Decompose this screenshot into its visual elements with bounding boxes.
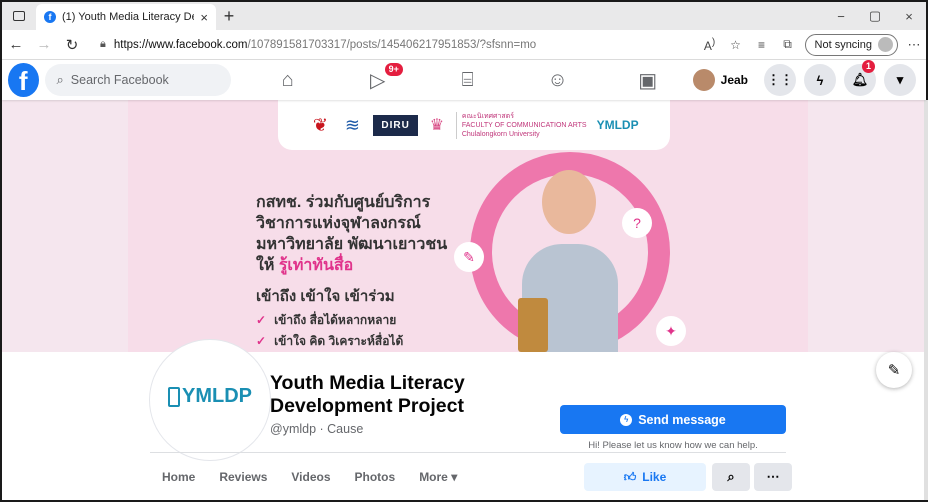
facebook-topbar: f ⌕ Search Facebook ⌂ ▷ 9+ ⌸ ☺ ▣ Jeab ⋮⋮… — [2, 60, 926, 100]
restore-button[interactable]: ▢ — [858, 8, 892, 24]
question-icon: ? — [622, 208, 652, 238]
fca-thai: คณะนิเทศศาสตร์ — [461, 112, 514, 120]
headline-line-4: ให้ รู้เท่าทันสื่อ — [256, 257, 354, 274]
search-input[interactable]: ⌕ Search Facebook — [44, 64, 231, 96]
minimize-button[interactable]: − — [824, 9, 858, 24]
search-page-button[interactable]: ⌕ — [712, 463, 750, 491]
like-label: Like — [642, 470, 667, 484]
page-body: ❦ ≋ DIRU ♛ คณะนิเทศศาสตร์ FACULTY OF COM… — [2, 100, 926, 500]
facebook-logo[interactable]: f — [8, 63, 39, 97]
watch-badge: 9+ — [384, 63, 403, 76]
page-tabs: Home Reviews Videos Photos More ▾ — [150, 453, 810, 500]
avatar-caption — [209, 410, 210, 415]
tab-bar: f (1) Youth Media Literacy Develop × + −… — [2, 2, 926, 30]
send-message-label: Send message — [638, 412, 726, 427]
forward-icon[interactable]: → — [30, 36, 58, 53]
favorites-list-icon[interactable]: ≡ — [749, 38, 775, 52]
url-path: /107891581703317/posts/145406217951853/?… — [247, 38, 537, 51]
read-aloud-icon[interactable]: A) — [697, 37, 723, 53]
tab-title: (1) Youth Media Literacy Develop — [62, 11, 194, 23]
more-options-icon[interactable]: ⋯ — [902, 37, 926, 53]
message-hint: Hi! Please let us know how we can help. — [588, 440, 758, 451]
profile-name: Jeab — [720, 73, 748, 87]
search-placeholder: Search Facebook — [70, 73, 169, 87]
messenger-icon: ϟ — [620, 413, 633, 426]
cover-subhead: เข้าถึง เข้าใจ เข้าร่วม — [256, 288, 395, 305]
page-avatar[interactable]: YMLDP — [150, 340, 270, 460]
fca-english: FACULTY OF COMMUNICATION ARTS — [461, 121, 587, 129]
sync-button[interactable]: Not syncing — [804, 33, 898, 56]
like-button[interactable]: 👍︎ Like — [584, 463, 706, 491]
groups-icon[interactable]: ☺ — [513, 60, 603, 100]
nbtc-logo: ❦ — [312, 114, 328, 135]
check-item: ✓ เข้าถึง สื่อได้หลากหลาย — [256, 313, 397, 327]
idea-icon: ✎ — [454, 242, 484, 272]
messenger-icon[interactable]: ϟ — [804, 64, 836, 96]
home-icon[interactable]: ⌂ — [243, 60, 333, 100]
notifications-icon[interactable]: 🔔︎ 1 — [844, 60, 876, 96]
cover-photo[interactable]: ❦ ≋ DIRU ♛ คณะนิเทศศาสตร์ FACULTY OF COM… — [128, 100, 808, 352]
tab-photos[interactable]: Photos — [343, 470, 408, 484]
check-item: ✓ เข้าใจ คิด วิเคราะห์สื่อได้ — [256, 334, 404, 348]
student-illustration — [516, 166, 620, 352]
close-tab-icon[interactable]: × — [200, 10, 208, 25]
cover-headline: กสทช. ร่วมกับศูนย์บริการ วิชาการแห่งจุฬา… — [256, 192, 447, 349]
profile-avatar-icon — [878, 37, 893, 52]
thumbs-up-icon: 👍︎ — [623, 469, 637, 484]
back-icon[interactable]: ← — [2, 36, 30, 53]
avatar-text: YMLDP — [182, 385, 252, 407]
avatar — [692, 69, 715, 91]
url-field[interactable]: 🔒︎ https://www.facebook.com/107891581703… — [92, 33, 697, 57]
compose-icon: ✎ — [887, 362, 901, 379]
send-message-button[interactable]: ϟ Send message — [560, 405, 786, 434]
fca-logo: คณะนิเทศศาสตร์ FACULTY OF COMMUNICATION … — [455, 111, 587, 139]
url-host: https://www.facebook.com — [113, 38, 248, 51]
partner-logos: ❦ ≋ DIRU ♛ คณะนิเทศศาสตร์ FACULTY OF COM… — [278, 100, 670, 150]
watch-icon[interactable]: ▷ 9+ — [333, 60, 423, 100]
agency-logo: ≋ — [344, 114, 360, 135]
scrollbar[interactable] — [924, 100, 928, 500]
account-menu-icon[interactable]: ▾ — [884, 64, 916, 96]
marketplace-icon[interactable]: ⌸ — [423, 60, 513, 100]
chula-logo: ♛ — [429, 117, 445, 134]
phone-icon — [168, 386, 180, 407]
address-bar: ← → ↻ 🔒︎ https://www.facebook.com/107891… — [2, 30, 926, 60]
close-window-button[interactable]: × — [892, 9, 926, 24]
diru-logo: DIRU — [373, 114, 418, 136]
new-tab-button[interactable]: + — [216, 6, 242, 27]
profile-header: YMLDP Youth Media Literacy Development P… — [2, 340, 926, 500]
page-handle: @ymldp · Cause — [270, 422, 364, 436]
tab-reviews[interactable]: Reviews — [207, 470, 279, 484]
lightbulb-icon: ✦ — [656, 316, 686, 346]
collections-icon[interactable]: ⧉ — [775, 37, 801, 52]
headline-line-2: วิชาการแห่งจุฬาลงกรณ์ — [256, 215, 421, 232]
notifications-badge: 1 — [862, 60, 876, 73]
search-icon: ⌕ — [56, 72, 64, 87]
headline-line-1: กสทช. ร่วมกับศูนย์บริการ — [256, 194, 431, 211]
sync-label: Not syncing — [814, 38, 872, 51]
tab-videos[interactable]: Videos — [279, 470, 342, 484]
ymldp-logo: YMLDP — [596, 118, 639, 132]
tab-more[interactable]: More ▾ — [407, 470, 469, 484]
more-icon: ⋯ — [766, 469, 780, 484]
new-message-button[interactable]: ✎ — [876, 352, 912, 388]
facebook-favicon-icon: f — [44, 11, 56, 23]
page-title: Youth Media Literacy Development Project — [270, 372, 465, 417]
search-icon: ⌕ — [727, 469, 735, 484]
profile-chip[interactable]: Jeab — [692, 69, 748, 91]
menu-grid-icon[interactable]: ⋮⋮ — [764, 64, 796, 96]
lock-icon[interactable]: 🔒︎ — [100, 38, 106, 51]
favorite-icon[interactable]: ☆ — [723, 38, 749, 52]
fca-university: Chulalongkorn University — [461, 130, 540, 138]
more-actions-button[interactable]: ⋯ — [754, 463, 792, 491]
headline-line-3: มหาวิทยาลัย พัฒนาเยาวชน — [256, 236, 448, 253]
refresh-icon[interactable]: ↻ — [58, 36, 86, 54]
window-menu-icon[interactable] — [2, 2, 36, 30]
tab-home[interactable]: Home — [150, 470, 207, 484]
gaming-icon[interactable]: ▣ — [603, 60, 693, 100]
browser-tab[interactable]: f (1) Youth Media Literacy Develop × — [36, 4, 216, 30]
